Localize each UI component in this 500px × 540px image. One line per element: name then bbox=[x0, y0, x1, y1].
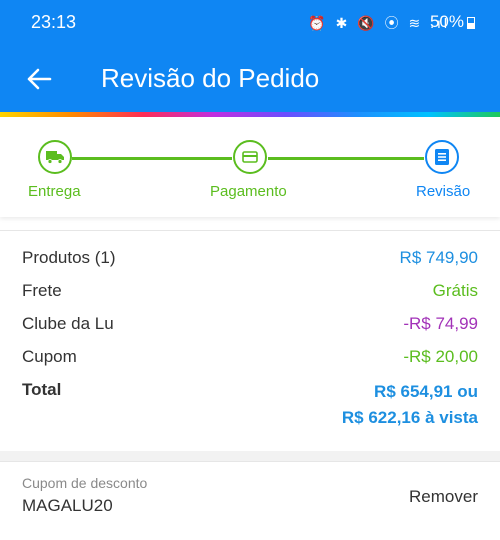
app-header: 23:13 ⏰ ✱ 🔇 ⦿ ≋ .ıl 50% Revisão do Pedid… bbox=[0, 0, 500, 112]
order-summary: Produtos (1) R$ 749,90 Frete Grátis Club… bbox=[0, 230, 500, 452]
step-pagamento[interactable] bbox=[233, 140, 267, 174]
step-connector bbox=[72, 157, 232, 160]
list-icon bbox=[435, 149, 449, 165]
summary-row-clube: Clube da Lu -R$ 74,99 bbox=[22, 314, 478, 340]
summary-row-produtos: Produtos (1) R$ 749,90 bbox=[22, 248, 478, 274]
truck-icon bbox=[46, 151, 64, 164]
summary-row-cupom: Cupom -R$ 20,00 bbox=[22, 347, 478, 373]
summary-label: Produtos (1) bbox=[22, 248, 116, 267]
battery-icon bbox=[467, 17, 475, 29]
summary-row-frete: Frete Grátis bbox=[22, 281, 478, 307]
coupon-section: Cupom de desconto MAGALU20 Remover bbox=[0, 461, 500, 540]
back-button[interactable] bbox=[24, 64, 54, 94]
summary-label: Cupom bbox=[22, 347, 77, 366]
step-connector bbox=[268, 157, 424, 160]
coupon-label: Cupom de desconto bbox=[22, 475, 148, 491]
step-label-entrega: Entrega bbox=[28, 183, 81, 200]
coupon-code: MAGALU20 bbox=[22, 496, 113, 515]
summary-value: Grátis bbox=[432, 281, 478, 300]
summary-value: -R$ 74,99 bbox=[403, 314, 478, 333]
step-revisao[interactable] bbox=[425, 140, 459, 174]
battery-level: 50% bbox=[429, 12, 464, 31]
card-icon bbox=[242, 151, 258, 163]
checkout-stepper: Entrega Pagamento Revisão bbox=[0, 117, 500, 217]
summary-label: Clube da Lu bbox=[22, 314, 114, 333]
status-icons: ⏰ ✱ 🔇 ⦿ ≋ .ıl bbox=[308, 15, 450, 31]
page-title: Revisão do Pedido bbox=[101, 63, 320, 93]
total-installments: R$ 654,91 ou bbox=[374, 382, 478, 401]
total-label: Total bbox=[22, 380, 62, 399]
step-label-pagamento: Pagamento bbox=[210, 183, 287, 200]
summary-value: R$ 749,90 bbox=[399, 248, 478, 267]
arrow-left-icon bbox=[27, 68, 52, 90]
step-entrega[interactable] bbox=[38, 140, 72, 174]
status-bar: 23:13 ⏰ ✱ 🔇 ⦿ ≋ .ıl 50% bbox=[0, 0, 500, 44]
remove-coupon-button[interactable]: Remover bbox=[409, 487, 478, 507]
summary-label: Frete bbox=[22, 281, 62, 300]
step-label-revisao: Revisão bbox=[416, 183, 471, 200]
total-values: R$ 654,91 ou R$ 622,16 à vista bbox=[342, 379, 478, 431]
status-time: 23:13 bbox=[31, 12, 77, 32]
total-cash: R$ 622,16 à vista bbox=[341, 408, 478, 427]
section-gap bbox=[0, 451, 500, 461]
summary-value: -R$ 20,00 bbox=[403, 347, 478, 366]
